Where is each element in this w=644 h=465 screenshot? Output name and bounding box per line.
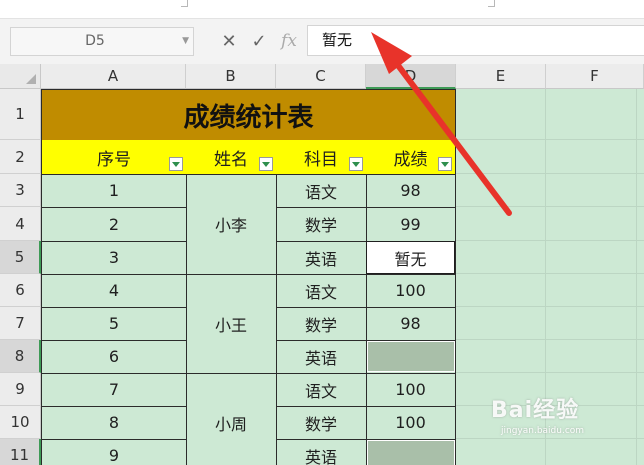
red-arrow-icon <box>371 32 512 216</box>
